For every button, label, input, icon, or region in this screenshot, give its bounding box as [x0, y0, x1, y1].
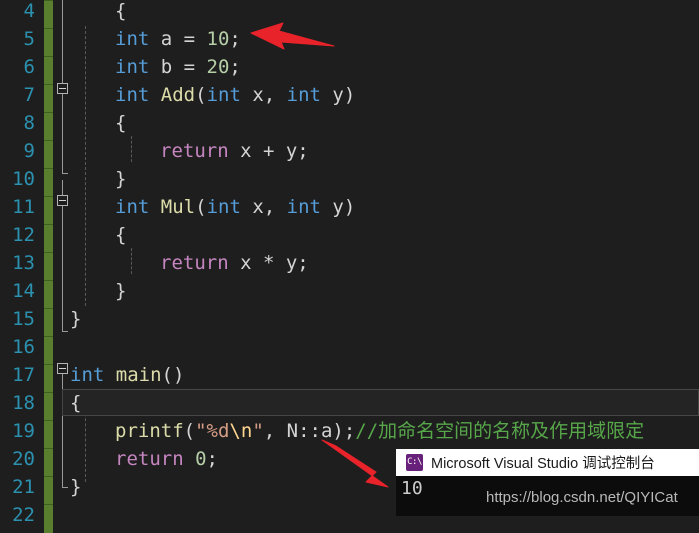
code-line[interactable]: { — [0, 389, 81, 417]
code-editor[interactable]: 4 5 6 7 8 9 10 11 12 13 14 15 16 17 18 19 20 21 22 {int a … — [0, 0, 699, 533]
blog-watermark: https://blog.csdn.net/QIYICat — [486, 489, 678, 506]
code-token: int — [70, 364, 105, 386]
code-token: x * y; — [228, 252, 309, 274]
code-line[interactable]: return x * y; — [0, 249, 309, 277]
code-token: int — [115, 28, 150, 50]
code-token: int — [115, 196, 150, 218]
code-token: } — [115, 168, 127, 190]
code-token: ( — [183, 420, 196, 442]
code-token: main — [115, 364, 162, 386]
code-token: x, — [240, 196, 287, 218]
code-token: a = — [149, 28, 207, 50]
code-token: //加命名空间的名称及作用域限定 — [355, 420, 645, 442]
code-token: " — [252, 420, 264, 442]
code-token: int — [115, 56, 150, 78]
code-token: b = — [149, 56, 207, 78]
code-line[interactable]: int main() — [0, 361, 184, 389]
code-token: x + y; — [228, 140, 309, 162]
code-token: { — [115, 0, 127, 22]
code-line[interactable]: return x + y; — [0, 137, 309, 165]
code-token: } — [115, 280, 127, 302]
code-token: 10 — [206, 28, 230, 50]
code-line[interactable] — [0, 501, 70, 529]
code-token: y) — [320, 196, 356, 218]
code-token: { — [115, 112, 127, 134]
code-token: int — [206, 196, 241, 218]
code-token: y) — [320, 84, 356, 106]
code-line[interactable]: { — [0, 109, 126, 137]
code-token: \n — [229, 420, 253, 442]
code-token: ; — [229, 28, 241, 50]
code-line[interactable]: } — [0, 277, 126, 305]
code-token: return — [115, 448, 184, 470]
code-token: return — [160, 140, 229, 162]
code-line[interactable]: } — [0, 473, 81, 501]
code-token: { — [70, 392, 82, 414]
code-line[interactable]: { — [0, 221, 126, 249]
code-token: int — [286, 196, 321, 218]
code-line[interactable]: } — [0, 165, 126, 193]
code-token: } — [70, 308, 82, 330]
code-token: ; — [229, 56, 241, 78]
code-token: ( — [195, 196, 207, 218]
code-line[interactable]: int Add(int x, int y) — [0, 81, 355, 109]
code-line[interactable]: int Mul(int x, int y) — [0, 193, 355, 221]
code-line[interactable] — [0, 333, 70, 361]
code-token: Mul — [160, 196, 196, 218]
code-token: 0 — [195, 448, 207, 470]
console-title-bar[interactable]: C:\ Microsoft Visual Studio 调试控制台 — [396, 449, 699, 476]
console-window-icon: C:\ — [406, 454, 423, 471]
code-line[interactable]: printf("%d\n", N::a);//加命名空间的名称及作用域限定 — [0, 417, 644, 445]
code-token: } — [70, 476, 82, 498]
code-token: 20 — [206, 56, 230, 78]
code-token: int — [206, 84, 241, 106]
code-token: "%d — [195, 420, 230, 442]
code-token: { — [115, 224, 127, 246]
code-token: , N::a); — [263, 420, 356, 442]
code-token: Add — [160, 84, 196, 106]
code-token: ; — [206, 448, 218, 470]
code-text-area[interactable]: {int a = 10; int b = 20; int Add(int x, in… — [0, 0, 699, 516]
console-output-text: 10 — [401, 478, 423, 499]
code-line[interactable]: } — [0, 305, 81, 333]
code-line[interactable]: return 0; — [0, 445, 218, 473]
code-token: () — [161, 364, 185, 386]
code-line[interactable]: int a = 10; — [0, 25, 241, 53]
console-title-text: Microsoft Visual Studio 调试控制台 — [431, 456, 655, 472]
code-token: int — [115, 84, 150, 106]
code-token: printf — [115, 420, 184, 442]
code-token: ( — [195, 84, 207, 106]
code-token: x, — [240, 84, 287, 106]
code-line[interactable]: { — [0, 0, 126, 25]
code-token: int — [286, 84, 321, 106]
code-token: return — [160, 252, 229, 274]
code-line[interactable]: int b = 20; — [0, 53, 241, 81]
